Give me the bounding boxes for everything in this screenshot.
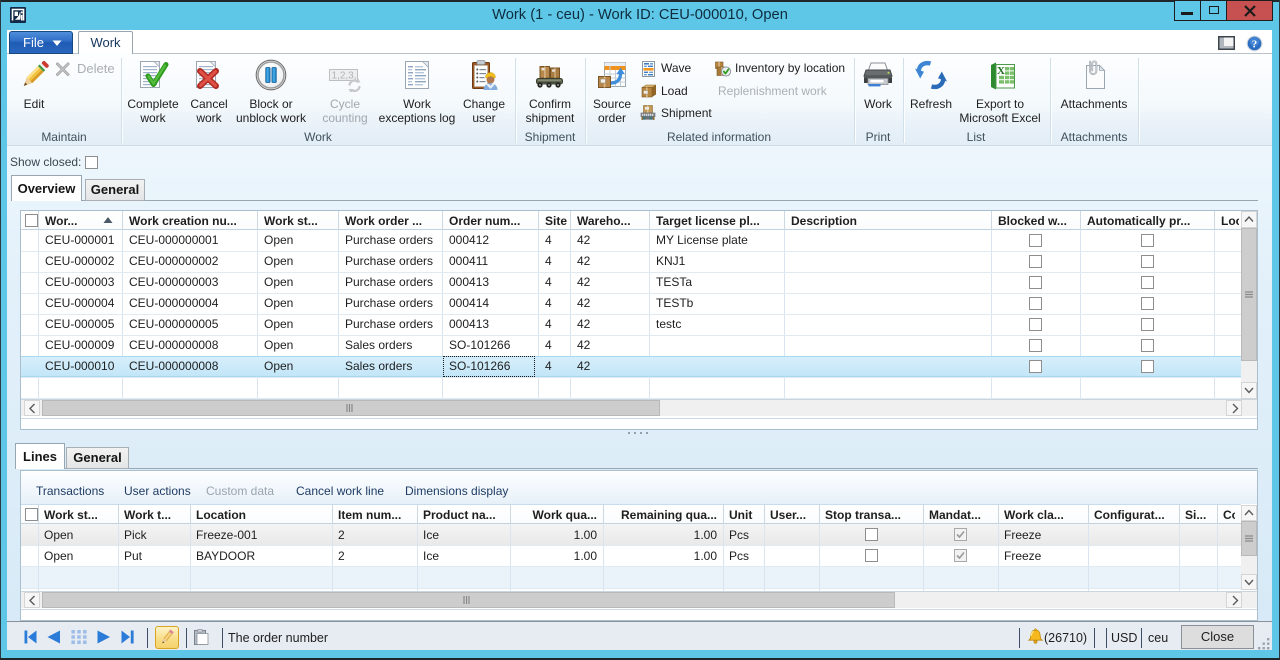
svg-text:?: ?: [1252, 38, 1258, 50]
svg-text:X: X: [997, 65, 1005, 77]
